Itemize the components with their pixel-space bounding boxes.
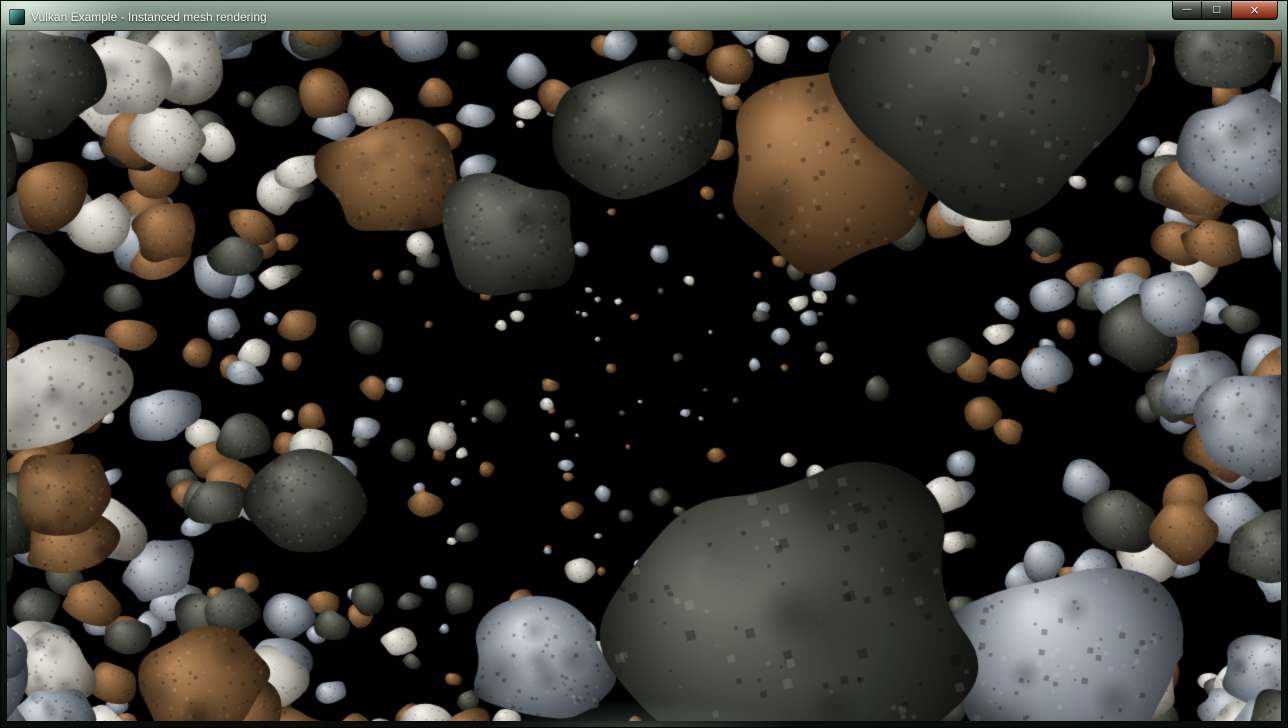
close-button[interactable]: × [1231,1,1278,20]
minimize-button[interactable]: — [1172,1,1202,20]
window-title: Vulkan Example - Instanced mesh renderin… [31,10,267,24]
window-controls: — □ × [1172,1,1278,20]
close-icon: × [1249,4,1259,16]
render-viewport[interactable] [7,31,1281,721]
app-window: Vulkan Example - Instanced mesh renderin… [0,0,1288,728]
maximize-button[interactable]: □ [1202,1,1231,20]
titlebar[interactable]: Vulkan Example - Instanced mesh renderin… [1,1,1287,31]
minimize-icon: — [1182,5,1192,15]
maximize-icon: □ [1212,6,1221,15]
render-area [7,31,1281,721]
app-icon [9,9,25,25]
